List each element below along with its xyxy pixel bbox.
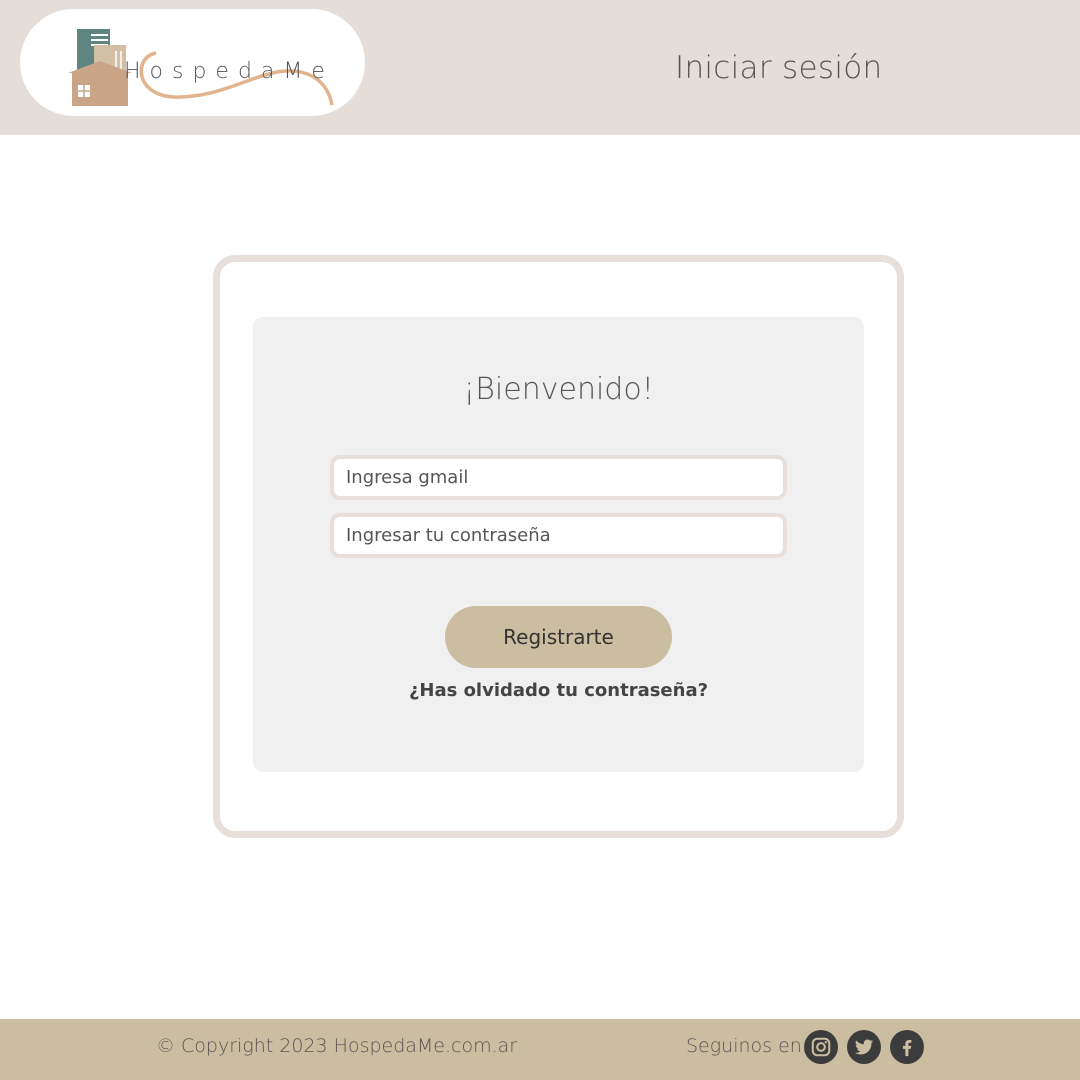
- welcome-heading: ¡Bienvenido!: [463, 372, 654, 407]
- site-footer: © Copyright 2023 HospedaMe.com.ar Seguin…: [0, 1019, 1080, 1080]
- page-title: Iniciar sesión: [675, 50, 883, 86]
- site-header: HospedaMe Iniciar sesión: [0, 0, 1080, 135]
- twitter-link[interactable]: [847, 1030, 881, 1064]
- instagram-icon: [811, 1037, 831, 1057]
- instagram-link[interactable]: [804, 1030, 838, 1064]
- logo-wordmark: HospedaMe: [124, 59, 334, 84]
- forgot-password-link[interactable]: ¿Has olvidado tu contraseña?: [253, 680, 864, 701]
- logo-container[interactable]: HospedaMe: [20, 9, 365, 116]
- follow-label: Seguinos en:: [686, 1035, 809, 1057]
- register-button[interactable]: Registrarte: [445, 606, 672, 668]
- facebook-link[interactable]: [890, 1030, 924, 1064]
- copyright-text: © Copyright 2023 HospedaMe.com.ar: [156, 1035, 518, 1057]
- twitter-icon: [854, 1039, 874, 1055]
- email-field[interactable]: [330, 455, 787, 500]
- facebook-icon: [902, 1039, 912, 1057]
- login-form: ¡Bienvenido! Registrarte ¿Has olvidado t…: [253, 317, 864, 772]
- password-field[interactable]: [330, 513, 787, 558]
